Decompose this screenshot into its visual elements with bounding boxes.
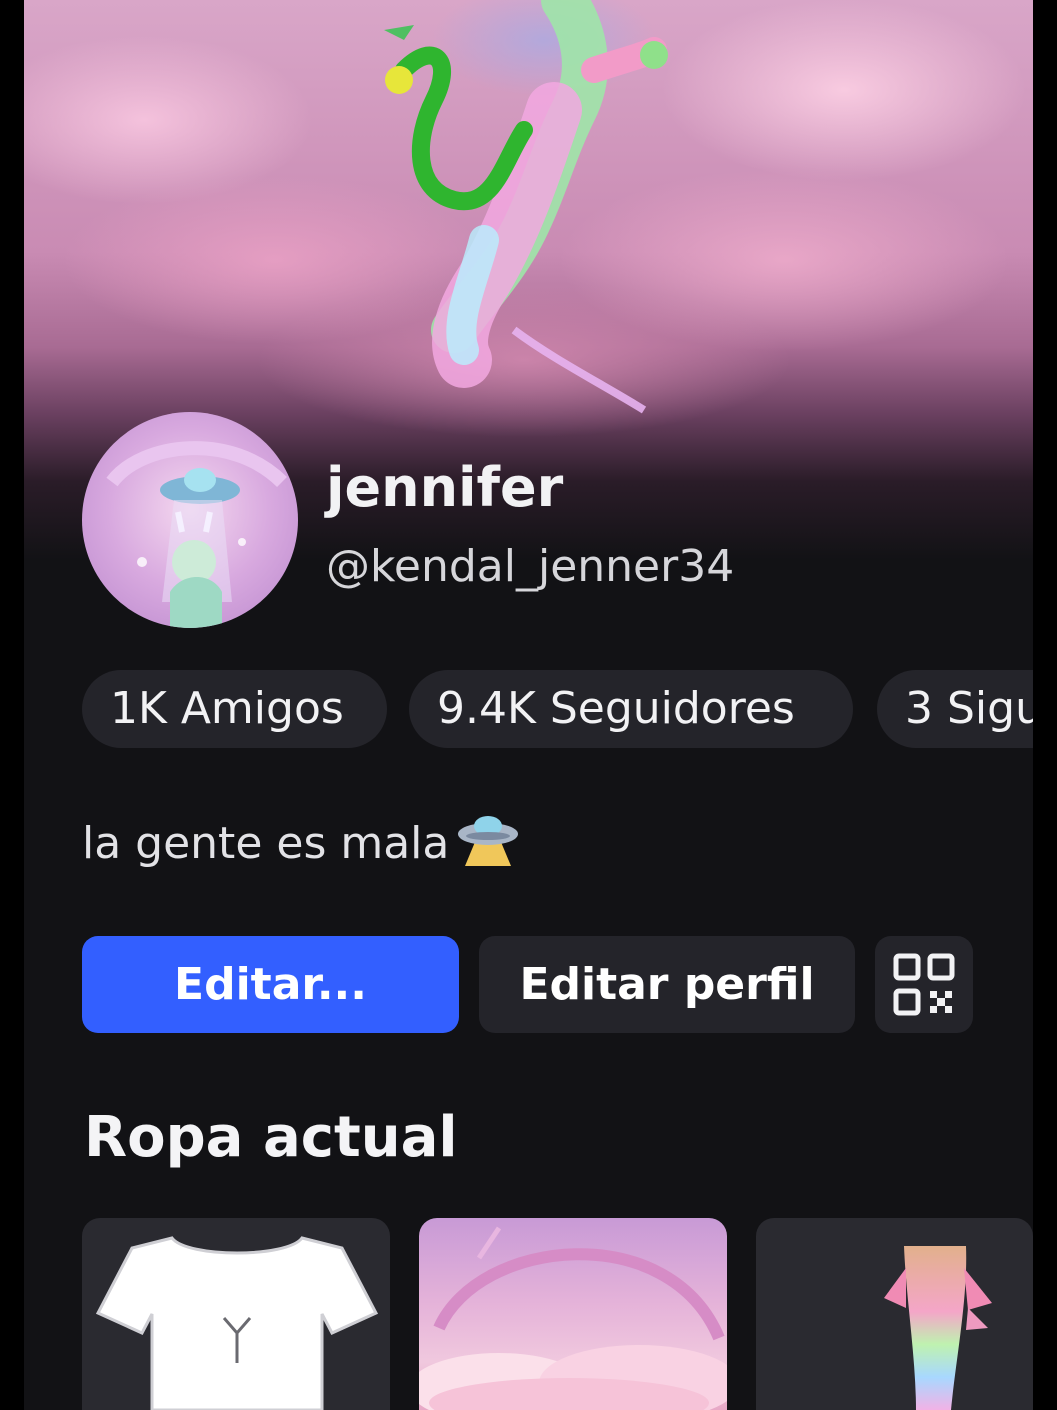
outfit-item-shirt[interactable] xyxy=(82,1218,390,1410)
outfit-item-background[interactable] xyxy=(419,1218,727,1410)
bio-text: la gente es mala xyxy=(82,818,450,869)
cloud-background-icon xyxy=(419,1226,727,1410)
qr-code-icon xyxy=(893,953,955,1016)
profile-screen: jennifer @kendal_jenner34 1K Amigos 9.4K… xyxy=(24,0,1033,1410)
tshirt-icon xyxy=(95,1236,379,1410)
stats-row: 1K Amigos 9.4K Seguidores 3 Siguiendo xyxy=(82,670,1033,748)
ufo-icon xyxy=(458,816,519,866)
following-count-pill[interactable]: 3 Siguiendo xyxy=(877,670,1033,748)
friends-count-pill[interactable]: 1K Amigos xyxy=(82,670,387,748)
avatar-3d-figure xyxy=(384,0,668,414)
outfit-item-tail[interactable] xyxy=(756,1218,1033,1410)
username-handle: @kendal_jenner34 xyxy=(326,541,735,592)
rainbow-tail-icon xyxy=(884,1246,992,1410)
current-outfit-title: Ropa actual xyxy=(84,1105,458,1170)
followers-count-pill[interactable]: 9.4K Seguidores xyxy=(409,670,853,748)
display-name: jennifer xyxy=(326,456,564,519)
edit-avatar-button[interactable]: Editar... xyxy=(82,936,459,1033)
avatar-image xyxy=(106,441,287,628)
edit-profile-button[interactable]: Editar perfil xyxy=(479,936,855,1033)
profile-avatar[interactable] xyxy=(82,412,298,628)
profile-bio: la gente es mala xyxy=(82,812,519,875)
qr-code-button[interactable] xyxy=(875,936,973,1033)
